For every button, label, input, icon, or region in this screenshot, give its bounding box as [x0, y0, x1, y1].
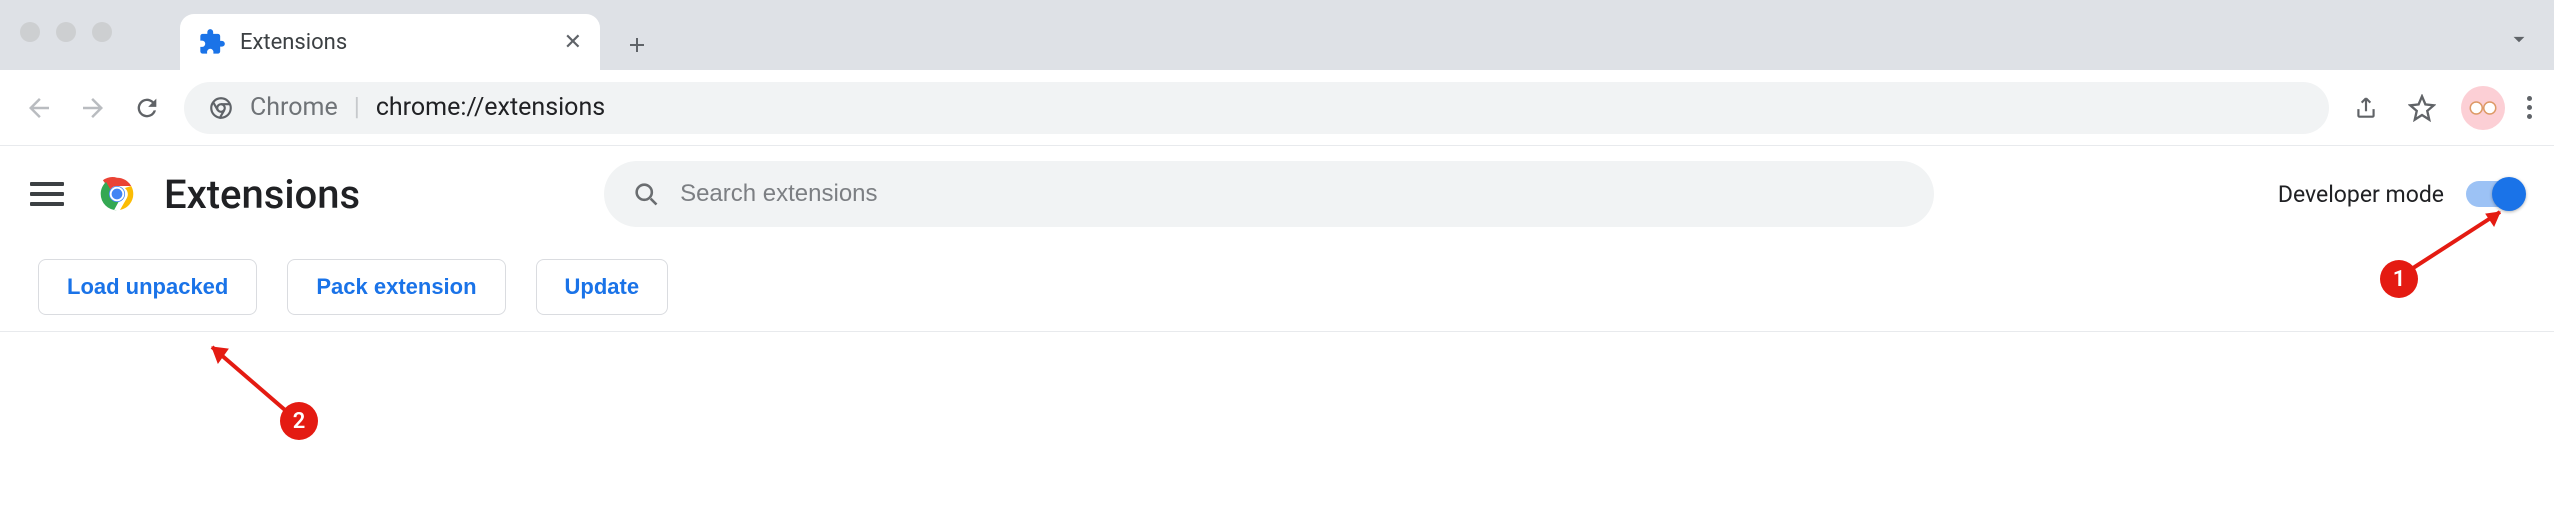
update-button[interactable]: Update — [536, 259, 669, 315]
nav-back-button[interactable] — [22, 91, 56, 125]
dot-icon — [2527, 105, 2532, 110]
browser-menu-button[interactable] — [2527, 96, 2532, 119]
developer-mode-label: Developer mode — [2278, 181, 2444, 208]
arrow-right-icon — [78, 93, 108, 123]
avatar-glasses-icon — [2468, 98, 2498, 118]
traffic-light-minimize[interactable] — [56, 22, 76, 42]
share-button[interactable] — [2349, 91, 2383, 125]
browser-tab-active[interactable]: Extensions ✕ — [180, 14, 600, 70]
toolbar-right-actions — [2349, 86, 2532, 130]
window-traffic-lights — [20, 22, 112, 42]
toggle-knob — [2492, 177, 2526, 211]
extension-puzzle-icon — [198, 28, 226, 56]
new-tab-button[interactable] — [612, 20, 662, 70]
omnibox-separator: | — [354, 93, 360, 122]
address-bar[interactable]: Chrome | chrome://extensions — [184, 82, 2329, 134]
traffic-light-close[interactable] — [20, 22, 40, 42]
search-icon — [632, 180, 660, 208]
menu-button[interactable] — [30, 174, 70, 214]
tab-close-icon[interactable]: ✕ — [564, 30, 582, 55]
plus-icon — [625, 33, 649, 57]
browser-toolbar: Chrome | chrome://extensions — [0, 70, 2554, 146]
browser-tab-strip: Extensions ✕ — [0, 0, 2554, 70]
omnibox-url: chrome://extensions — [376, 93, 605, 122]
nav-reload-button[interactable] — [130, 91, 164, 125]
chevron-down-icon — [2506, 26, 2532, 52]
profile-avatar[interactable] — [2461, 86, 2505, 130]
developer-mode-control: Developer mode — [2278, 181, 2524, 208]
arrow-left-icon — [24, 93, 54, 123]
tabs-dropdown-button[interactable] — [2506, 26, 2532, 52]
nav-forward-button[interactable] — [76, 91, 110, 125]
dot-icon — [2527, 96, 2532, 101]
chrome-icon — [208, 95, 234, 121]
chrome-logo-icon — [94, 171, 140, 217]
load-unpacked-button[interactable]: Load unpacked — [38, 259, 257, 315]
page-title: Extensions — [164, 171, 360, 218]
bookmark-button[interactable] — [2405, 91, 2439, 125]
developer-mode-toggle[interactable] — [2466, 181, 2524, 207]
annotation-badge-2: 2 — [280, 402, 318, 440]
extensions-action-row: Load unpacked Pack extension Update — [0, 242, 2554, 332]
dot-icon — [2527, 114, 2532, 119]
traffic-light-zoom[interactable] — [92, 22, 112, 42]
reload-icon — [133, 94, 161, 122]
omnibox-scheme: Chrome — [250, 93, 338, 122]
extensions-header: Extensions Developer mode — [0, 146, 2554, 242]
annotation-arrow-2 — [200, 335, 310, 425]
tab-title: Extensions — [240, 30, 550, 55]
pack-extension-button[interactable]: Pack extension — [287, 259, 505, 315]
search-extensions-field[interactable] — [604, 161, 1934, 227]
share-icon — [2353, 95, 2379, 121]
search-input[interactable] — [680, 180, 1906, 208]
star-icon — [2408, 94, 2436, 122]
